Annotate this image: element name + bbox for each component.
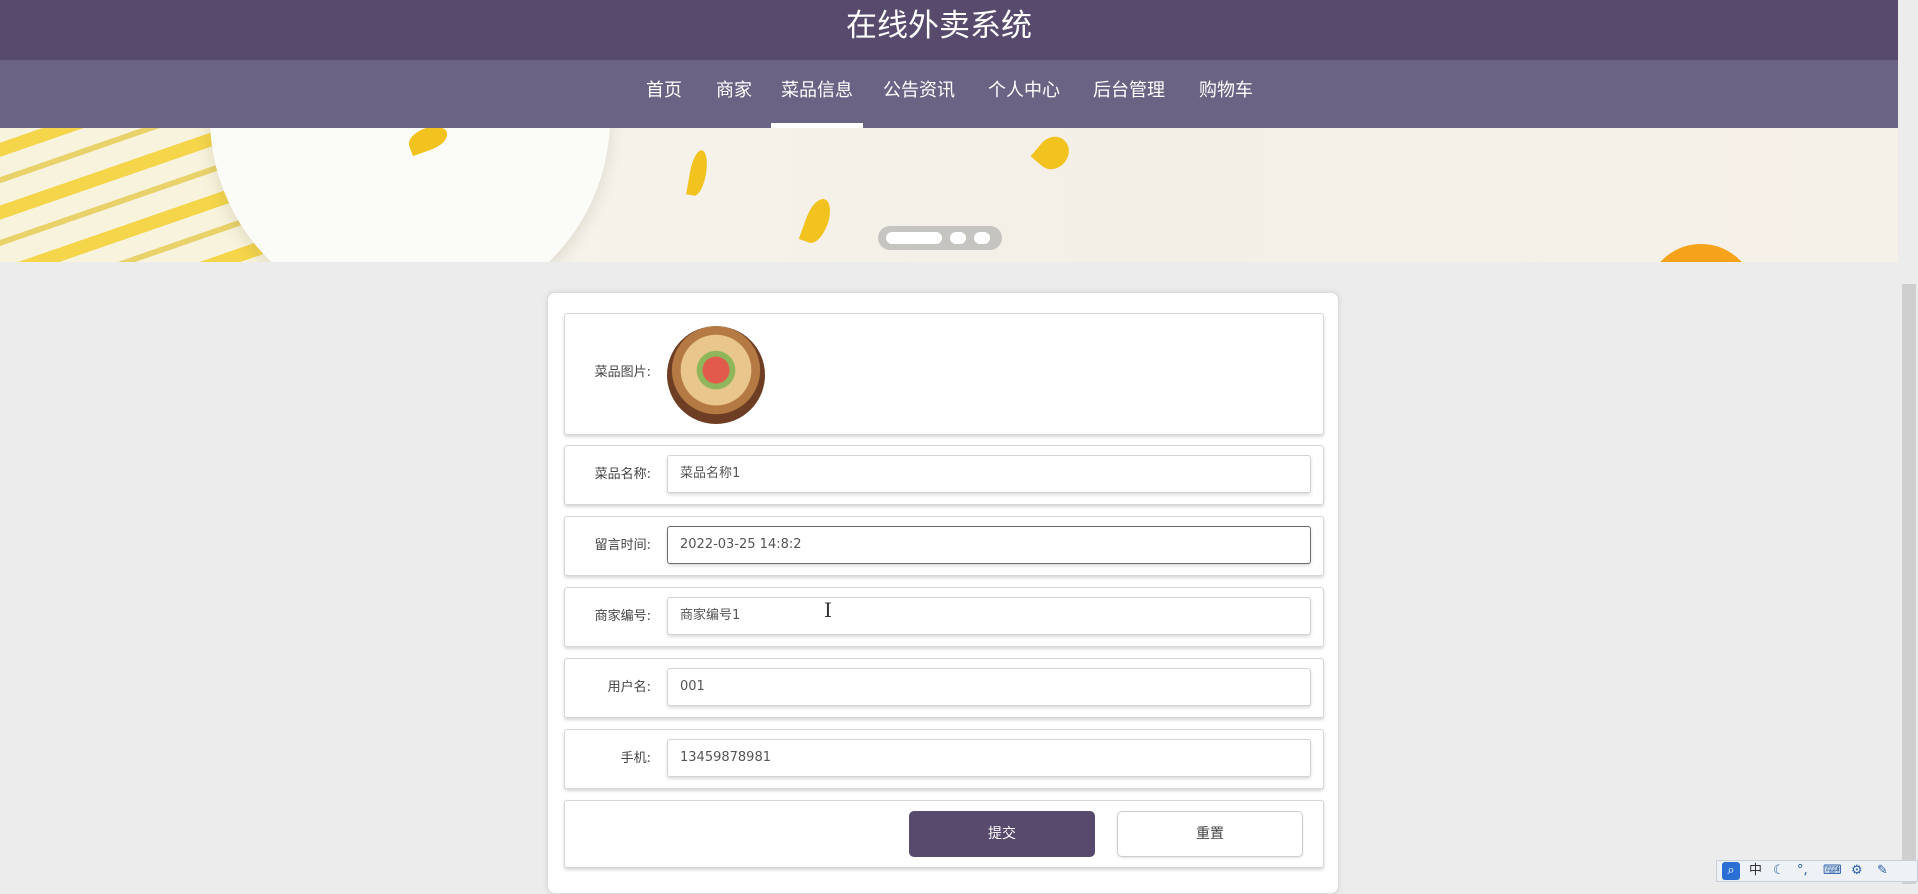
- form-row-message-time: 留言时间: 2022-03-25 14:8:2: [564, 516, 1324, 576]
- form-label-merchant-id: 商家编号:: [594, 609, 651, 624]
- dish-image[interactable]: [667, 326, 765, 424]
- moon-icon[interactable]: ☾: [1773, 862, 1785, 880]
- form-label-phone: 手机:: [620, 751, 651, 766]
- username-input[interactable]: 001: [667, 668, 1311, 706]
- form-label-dish-name: 菜品名称:: [594, 467, 651, 482]
- nav-item-admin[interactable]: 后台管理: [1093, 60, 1165, 128]
- dish-name-input[interactable]: 菜品名称1: [667, 455, 1311, 493]
- form-row-phone: 手机: 13459878981: [564, 729, 1324, 789]
- site-title: 在线外卖系统: [846, 8, 1032, 44]
- carousel-dot-2[interactable]: [950, 232, 966, 244]
- carousel-dot-3[interactable]: [974, 232, 990, 244]
- wrench-icon[interactable]: ✎: [1877, 862, 1888, 880]
- banner-petal: [686, 148, 710, 198]
- scrollbar-thumb[interactable]: [1902, 284, 1916, 884]
- nav-item-home[interactable]: 首页: [646, 60, 682, 128]
- text-cursor-icon: I: [824, 598, 832, 622]
- main-nav: 首页 商家 菜品信息 公告资讯 个人中心 后台管理 购物车: [0, 60, 1898, 128]
- search-icon[interactable]: ⌕: [1722, 862, 1740, 880]
- nav-item-dish-info[interactable]: 菜品信息: [771, 60, 863, 128]
- form-row-username: 用户名: 001: [564, 658, 1324, 718]
- banner-orange: [1646, 244, 1756, 262]
- nav-item-personal-center[interactable]: 个人中心: [988, 60, 1060, 128]
- site-header: 在线外卖系统: [0, 0, 1898, 60]
- form-row-merchant-id: 商家编号: 商家编号1: [564, 587, 1324, 647]
- form-row-actions: 提交 重置: [564, 800, 1324, 868]
- dish-detail-form: 菜品图片: 菜品名称: 菜品名称1 留言时间: 2022-03-25 14:8:…: [547, 292, 1339, 894]
- carousel-dot-1[interactable]: [886, 232, 942, 244]
- nav-item-merchants[interactable]: 商家: [716, 60, 752, 128]
- reset-button[interactable]: 重置: [1117, 811, 1303, 857]
- message-time-input[interactable]: 2022-03-25 14:8:2: [667, 526, 1311, 564]
- nav-item-cart[interactable]: 购物车: [1199, 60, 1253, 128]
- punctuation-icon[interactable]: °,: [1797, 862, 1808, 880]
- form-label-username: 用户名:: [607, 680, 651, 695]
- form-row-image: 菜品图片:: [564, 313, 1324, 435]
- keyboard-icon[interactable]: ⌨: [1823, 862, 1842, 880]
- form-row-dish-name: 菜品名称: 菜品名称1: [564, 445, 1324, 505]
- submit-button[interactable]: 提交: [909, 811, 1095, 857]
- carousel-indicator: [878, 226, 1002, 250]
- settings-icon[interactable]: ⚙: [1851, 862, 1863, 880]
- ime-toolbar: ⌕ 中 ☾ °, ⌨ ⚙ ✎: [1716, 860, 1918, 882]
- banner-petal: [798, 195, 836, 247]
- merchant-id-input[interactable]: 商家编号1: [667, 597, 1311, 635]
- phone-input[interactable]: 13459878981: [667, 739, 1311, 777]
- nav-item-announcements[interactable]: 公告资讯: [883, 60, 955, 128]
- ime-mode-indicator[interactable]: 中: [1749, 862, 1762, 880]
- banner-petal: [1030, 130, 1076, 176]
- form-label-message-time: 留言时间:: [594, 538, 651, 553]
- form-label-image: 菜品图片:: [594, 365, 651, 380]
